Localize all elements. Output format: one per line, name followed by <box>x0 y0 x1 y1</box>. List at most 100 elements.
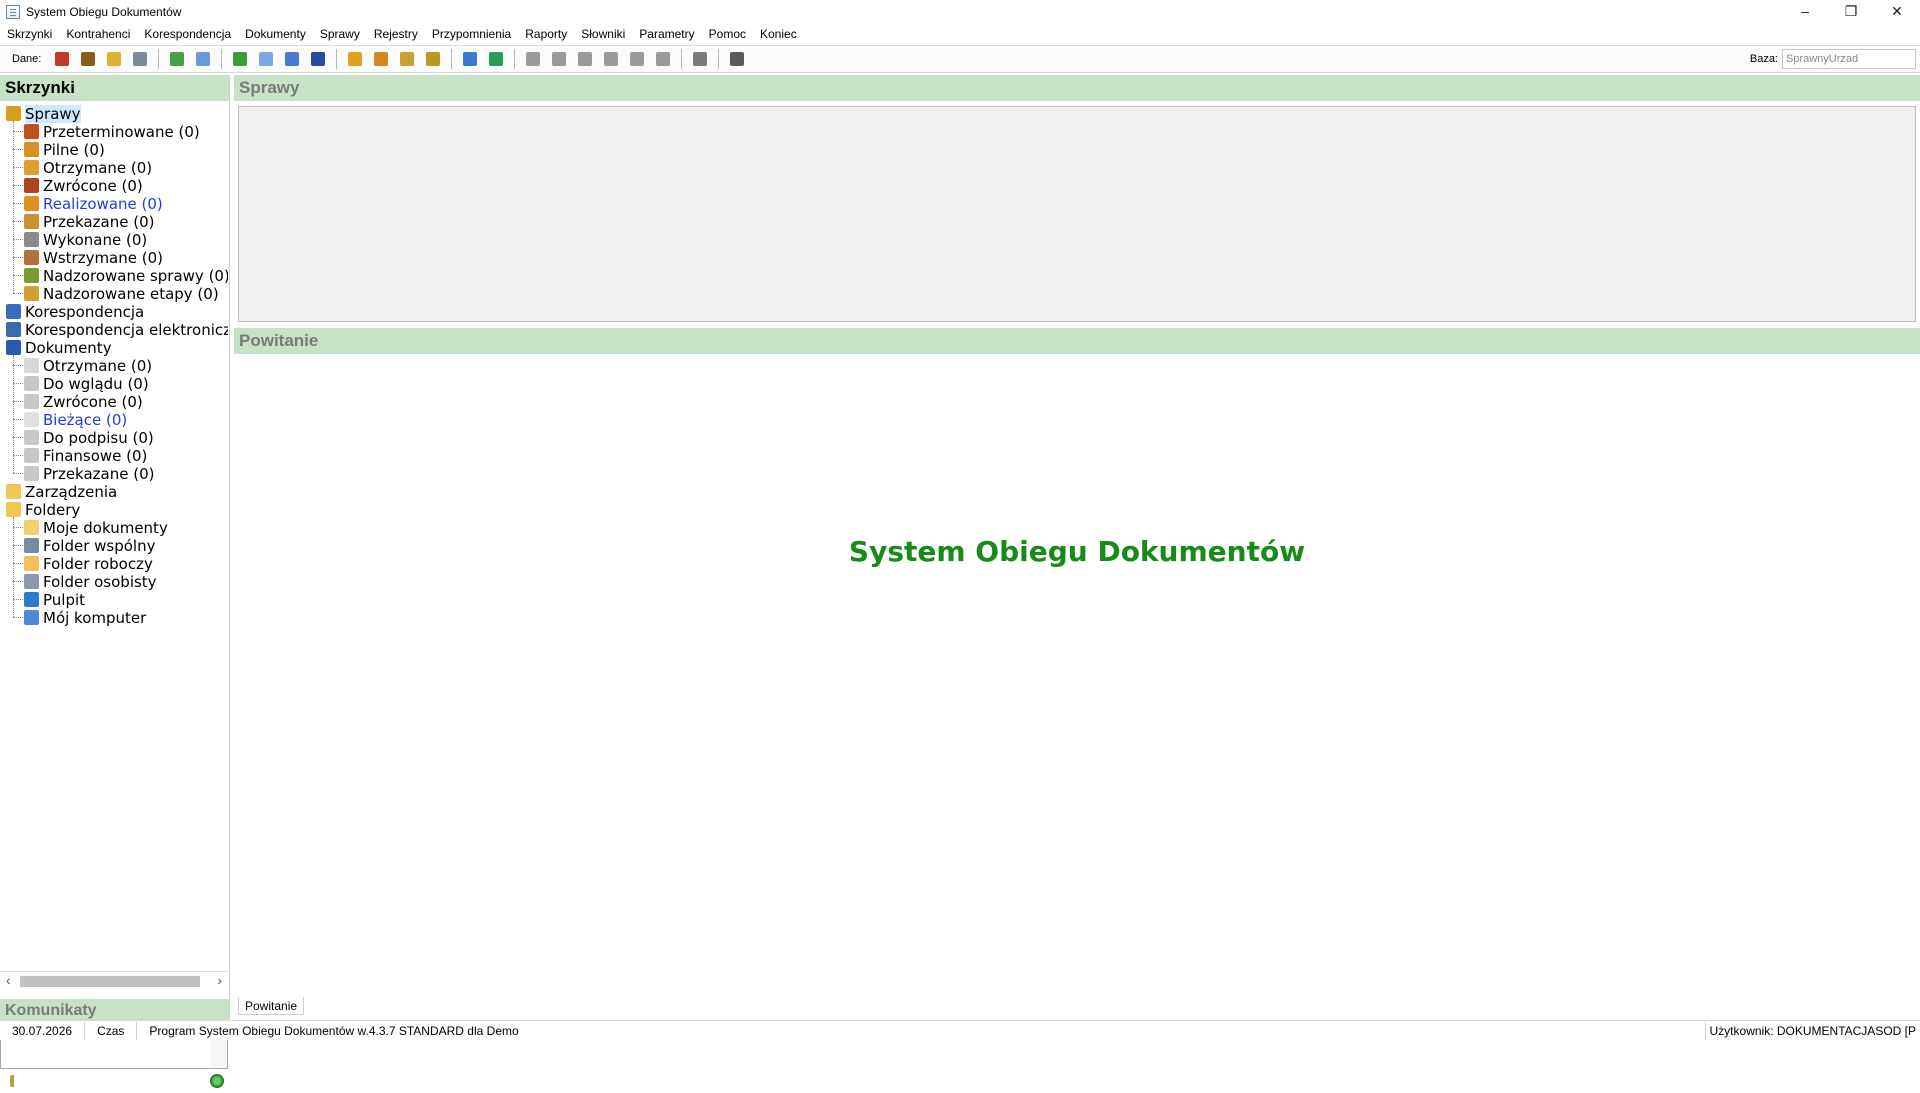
print-icon <box>526 52 541 66</box>
tree-item-label: Pulpit <box>43 590 86 609</box>
menu-parametry[interactable]: Parametry <box>632 27 701 41</box>
list-edit-button[interactable] <box>652 48 674 70</box>
tree-item-label: Dokumenty <box>25 338 112 357</box>
list-settings-button[interactable] <box>129 48 151 70</box>
tree-connector <box>13 527 23 528</box>
case-in-progress-icon <box>24 196 39 211</box>
documents-icon <box>6 340 21 355</box>
doc-finance-icon <box>24 448 39 463</box>
contractors-button[interactable] <box>51 48 73 70</box>
check-icon <box>693 52 708 66</box>
tree-connector <box>13 257 23 258</box>
tree-item-label: Realizowane (0) <box>43 194 163 213</box>
tree-item-label: Nadzorowane etapy (0) <box>43 284 219 303</box>
print-button[interactable] <box>522 48 544 70</box>
welcome-text: System Obiegu Dokumentów <box>848 535 1306 568</box>
tree-connector <box>13 355 14 473</box>
e-correspondence-icon <box>6 322 21 337</box>
status-time: Czas <box>85 1021 138 1040</box>
menu-slowniki[interactable]: Słowniki <box>574 27 632 41</box>
sprawy-list[interactable] <box>238 106 1916 322</box>
tab-powitanie[interactable]: Powitanie <box>238 997 305 1015</box>
skrzynki-tree: Sprawy Przeterminowane (0) Pilne (0) Otrzym… <box>0 103 228 907</box>
toolbar-separator <box>158 49 160 69</box>
powitanie-header: Powitanie <box>234 328 1920 354</box>
menu-raporty[interactable]: Raporty <box>518 27 574 41</box>
tree-connector <box>13 131 23 132</box>
menu-koniec[interactable]: Koniec <box>753 27 804 41</box>
toolbar: Dane: Baza: <box>0 45 1920 73</box>
new-document-icon <box>259 52 274 66</box>
scroll-left-icon[interactable]: ‹ <box>6 972 11 988</box>
toolbar-label: Dane: <box>12 53 42 65</box>
import-button[interactable] <box>166 48 188 70</box>
case-forwarded-icon <box>24 214 39 229</box>
reminder-clock-button[interactable] <box>459 48 481 70</box>
komunikaty-panel: Komunikaty <box>0 999 230 1093</box>
baza-input[interactable] <box>1782 49 1916 69</box>
register-button[interactable] <box>307 48 329 70</box>
documents-button[interactable] <box>192 48 214 70</box>
mail-send-button[interactable] <box>574 48 596 70</box>
menu-kontrahenci[interactable]: Kontrahenci <box>59 27 137 41</box>
tree-connector <box>13 419 23 420</box>
my-documents-icon <box>24 520 39 535</box>
case-folder-icon <box>374 52 389 66</box>
menu-pomoc[interactable]: Pomoc <box>702 27 753 41</box>
tree-item-label: Nadzorowane sprawy (0) <box>43 266 228 285</box>
menu-skrzynki[interactable]: Skrzynki <box>0 27 59 41</box>
tree-horizontal-scrollbar[interactable]: ‹ › <box>0 971 228 988</box>
doc-forwarded-icon <box>24 466 39 481</box>
close-button[interactable]: ✕ <box>1874 0 1920 22</box>
tree-item-label: Mój komputer <box>43 608 147 627</box>
case-suspended-icon <box>24 250 39 265</box>
tree-connector <box>13 167 23 168</box>
sort-desc-button[interactable] <box>626 48 648 70</box>
menu-rejestry[interactable]: Rejestry <box>367 27 425 41</box>
new-document-button[interactable] <box>255 48 277 70</box>
mail-button[interactable] <box>548 48 570 70</box>
copy-document-button[interactable] <box>281 48 303 70</box>
refresh-globe-button[interactable] <box>485 48 507 70</box>
tree-connector <box>13 383 23 384</box>
folder-icon <box>6 484 21 499</box>
tree-connector <box>13 239 23 240</box>
restore-button[interactable]: ❐ <box>1828 0 1874 22</box>
binoculars-button[interactable] <box>726 48 748 70</box>
menu-korespondencja[interactable]: Korespondencja <box>137 27 238 41</box>
case-chart-button[interactable] <box>422 48 444 70</box>
status-green-icon[interactable] <box>210 1074 224 1088</box>
minimize-button[interactable]: – <box>1782 0 1828 22</box>
computer-icon <box>24 610 39 625</box>
case-received-icon <box>24 160 39 175</box>
tree-connector <box>13 185 23 186</box>
database-selector: Baza: <box>1750 49 1916 69</box>
menu-dokumenty[interactable]: Dokumenty <box>238 27 313 41</box>
doc-sign-icon <box>24 430 39 445</box>
sort-asc-button[interactable] <box>600 48 622 70</box>
powitanie-panel: Powitanie <box>234 328 1920 354</box>
tree-item-label: Pilne (0) <box>43 140 105 159</box>
tree-item-label: Zarządzenia <box>25 482 118 501</box>
list-settings-icon <box>133 52 148 66</box>
scroll-right-icon[interactable]: › <box>217 972 222 988</box>
incoming-letter-button[interactable] <box>229 48 251 70</box>
case-forward-button[interactable] <box>396 48 418 70</box>
tree-item-label: Finansowe (0) <box>43 446 148 465</box>
scroll-thumb[interactable] <box>20 976 200 987</box>
check-button[interactable] <box>689 48 711 70</box>
speaker-icon[interactable] <box>10 1075 22 1087</box>
tree-item-label: Zwrócone (0) <box>43 392 143 411</box>
tree-connector <box>13 293 23 294</box>
menu-przypomnienia[interactable]: Przypomnienia <box>425 27 518 41</box>
tree-item[interactable]: Mój komputer <box>24 607 146 628</box>
folder-open-button[interactable] <box>103 48 125 70</box>
case-folder-button[interactable] <box>370 48 392 70</box>
menu-sprawy[interactable]: Sprawy <box>313 27 367 41</box>
toolbar-separator <box>681 49 683 69</box>
toolbar-separator <box>221 49 223 69</box>
tree-item-label: Wykonane (0) <box>43 230 148 249</box>
case-add-button[interactable] <box>344 48 366 70</box>
users-button[interactable] <box>77 48 99 70</box>
main-area: Sprawy Powitanie System Obiegu Dokumentó… <box>234 75 1920 1015</box>
